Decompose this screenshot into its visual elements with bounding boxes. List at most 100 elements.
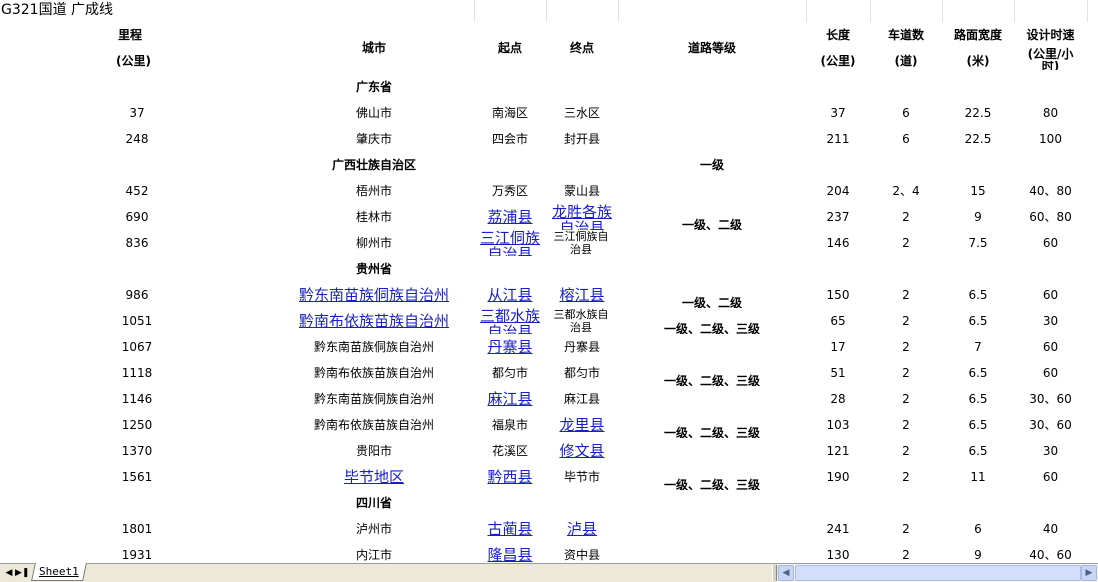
province-label[interactable]: 贵州省 (274, 256, 474, 282)
start-cell[interactable]: 都匀市 (474, 360, 546, 386)
speed-cell[interactable]: 40 (1014, 516, 1087, 542)
start-cell[interactable]: 荔浦县 (474, 204, 546, 230)
speed-cell[interactable]: 80 (1014, 100, 1087, 126)
width-cell[interactable]: 11 (942, 464, 1014, 490)
mileage-cell[interactable]: 1561 (0, 464, 274, 490)
mileage-cell[interactable]: 690 (0, 204, 274, 230)
length-cell[interactable]: 37 (806, 100, 870, 126)
length-cell[interactable]: 211 (806, 126, 870, 152)
start-cell[interactable]: 黔西县 (474, 464, 546, 490)
start-cell[interactable]: 南海区 (474, 100, 546, 126)
mileage-cell[interactable]: 986 (0, 282, 274, 308)
width-cell[interactable]: 22.5 (942, 126, 1014, 152)
spreadsheet-grid[interactable]: G321国道 广成线 里程 (公里) 城市 起点 终点 道路等级 长度 (公里) 车… (0, 0, 1098, 564)
width-cell[interactable]: 7.5 (942, 230, 1014, 256)
end-cell[interactable]: 封开县 (546, 126, 618, 152)
width-cell[interactable]: 6.5 (942, 308, 1014, 334)
end-cell[interactable]: 麻江县 (546, 386, 618, 412)
lanes-cell[interactable]: 2 (870, 438, 942, 464)
scroll-left-button[interactable]: ◀ (778, 565, 794, 581)
cell[interactable] (618, 230, 806, 256)
width-cell[interactable]: 6.5 (942, 438, 1014, 464)
speed-cell[interactable]: 30 (1014, 438, 1087, 464)
mileage-cell[interactable]: 1801 (0, 516, 274, 542)
mileage-cell[interactable]: 1067 (0, 334, 274, 360)
end-cell[interactable]: 三水区 (546, 100, 618, 126)
speed-cell[interactable]: 40、60 (1014, 542, 1087, 564)
city-cell[interactable]: 佛山市 (274, 100, 474, 126)
end-cell[interactable]: 榕江县 (546, 282, 618, 308)
cell[interactable] (618, 334, 806, 360)
province-label[interactable]: 四川省 (274, 490, 474, 516)
lanes-cell[interactable]: 2 (870, 464, 942, 490)
scroll-thumb[interactable] (795, 565, 1081, 581)
mileage-cell[interactable]: 1146 (0, 386, 274, 412)
cell[interactable] (618, 178, 806, 204)
city-cell[interactable]: 贵阳市 (274, 438, 474, 464)
speed-cell[interactable]: 60 (1014, 230, 1087, 256)
speed-cell[interactable]: 30、60 (1014, 412, 1087, 438)
cell[interactable] (618, 126, 806, 152)
speed-cell[interactable]: 60 (1014, 464, 1087, 490)
cell[interactable] (274, 0, 475, 22)
width-cell[interactable]: 7 (942, 334, 1014, 360)
lanes-cell[interactable]: 2 (870, 308, 942, 334)
mileage-cell[interactable]: 248 (0, 126, 274, 152)
length-cell[interactable]: 130 (806, 542, 870, 564)
end-cell[interactable]: 龙里县 (546, 412, 618, 438)
city-cell[interactable]: 梧州市 (274, 178, 474, 204)
end-cell[interactable]: 丹寨县 (546, 334, 618, 360)
road-grade[interactable]: 一级、二级 (618, 204, 806, 230)
province-label[interactable]: 广西壮族自治区 (274, 152, 474, 178)
cell[interactable] (618, 516, 806, 542)
province-label[interactable]: 广东省 (274, 74, 474, 100)
cell[interactable] (618, 386, 806, 412)
lanes-cell[interactable]: 2 (870, 204, 942, 230)
speed-cell[interactable]: 30、60 (1014, 386, 1087, 412)
city-cell[interactable]: 内江市 (274, 542, 474, 564)
road-grade[interactable]: 一级、二级、三级 (618, 360, 806, 386)
lanes-cell[interactable]: 2 (870, 542, 942, 564)
lanes-cell[interactable]: 2 (870, 516, 942, 542)
mileage-cell[interactable]: 1118 (0, 360, 274, 386)
city-cell[interactable]: 黔东南苗族侗族自治州 (274, 282, 474, 308)
lanes-cell[interactable]: 2 (870, 230, 942, 256)
lanes-cell[interactable]: 2 (870, 282, 942, 308)
speed-cell[interactable]: 30 (1014, 308, 1087, 334)
end-cell[interactable]: 龙胜各族 自治县 (546, 204, 618, 230)
speed-cell[interactable]: 60 (1014, 334, 1087, 360)
mileage-cell[interactable]: 1370 (0, 438, 274, 464)
length-cell[interactable]: 237 (806, 204, 870, 230)
start-cell[interactable]: 丹寨县 (474, 334, 546, 360)
length-cell[interactable]: 146 (806, 230, 870, 256)
length-cell[interactable]: 51 (806, 360, 870, 386)
start-cell[interactable]: 从江县 (474, 282, 546, 308)
end-cell[interactable]: 泸县 (546, 516, 618, 542)
start-cell[interactable]: 福泉市 (474, 412, 546, 438)
width-cell[interactable]: 6 (942, 516, 1014, 542)
start-cell[interactable]: 三江侗族 自治县 (474, 230, 546, 256)
road-grade[interactable]: 一级、二级 (618, 282, 806, 308)
city-cell[interactable]: 黔东南苗族侗族自治州 (274, 334, 474, 360)
start-cell[interactable]: 四会市 (474, 126, 546, 152)
road-grade[interactable]: 一级、二级、三级 (618, 308, 806, 334)
horizontal-scrollbar[interactable]: ◀ ▶ (778, 564, 1098, 582)
city-cell[interactable]: 黔南布依族苗族自治州 (274, 308, 474, 334)
city-cell[interactable]: 毕节地区 (274, 464, 474, 490)
scroll-right-button[interactable]: ▶ (1081, 565, 1097, 581)
length-cell[interactable]: 17 (806, 334, 870, 360)
city-cell[interactable]: 桂林市 (274, 204, 474, 230)
speed-cell[interactable]: 60、80 (1014, 204, 1087, 230)
length-cell[interactable]: 103 (806, 412, 870, 438)
end-cell[interactable]: 修文县 (546, 438, 618, 464)
city-cell[interactable]: 柳州市 (274, 230, 474, 256)
road-grade[interactable]: 一级 (618, 152, 806, 178)
city-cell[interactable]: 肇庆市 (274, 126, 474, 152)
mileage-cell[interactable]: 1250 (0, 412, 274, 438)
start-cell[interactable]: 万秀区 (474, 178, 546, 204)
end-cell[interactable]: 三都水族自 治县 (546, 308, 618, 334)
city-cell[interactable]: 泸州市 (274, 516, 474, 542)
lanes-cell[interactable]: 2 (870, 334, 942, 360)
mileage-cell[interactable]: 37 (0, 100, 274, 126)
width-cell[interactable]: 6.5 (942, 360, 1014, 386)
